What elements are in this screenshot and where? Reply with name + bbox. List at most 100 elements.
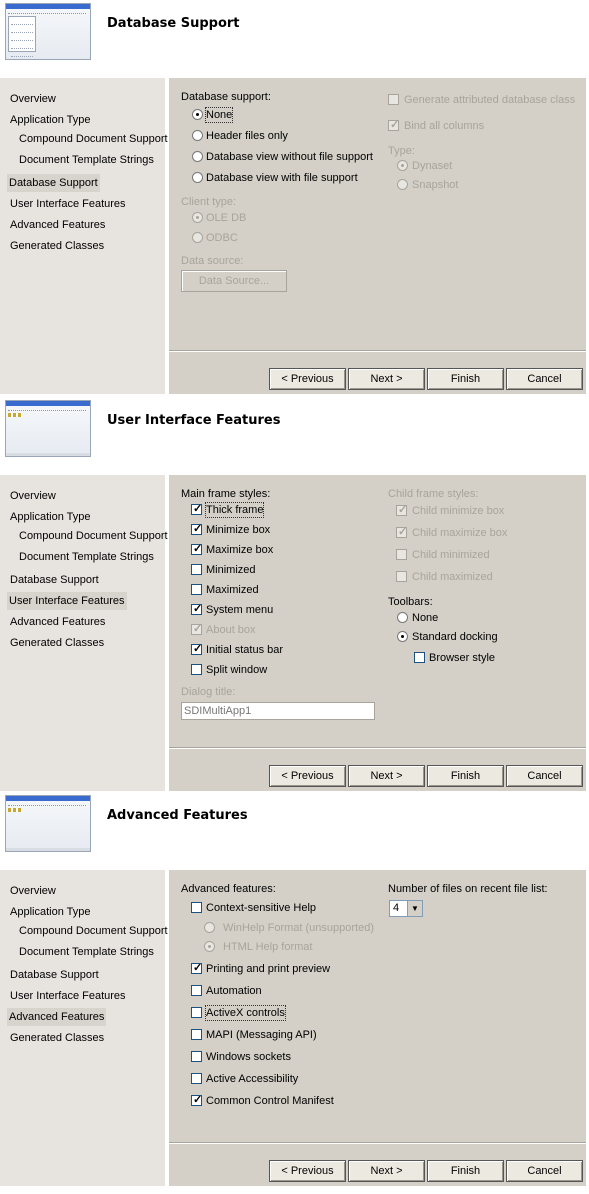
maximized-checkbox[interactable] [191, 584, 202, 595]
nav-item-advanced-features[interactable]: Advanced Features [7, 1008, 107, 1026]
common-control-manifest-checkbox[interactable]: ✓ [191, 1094, 202, 1106]
data-source-button[interactable]: Data Source... [181, 270, 287, 292]
finish-button[interactable]: Finish [427, 765, 504, 787]
next-button[interactable]: Next > [348, 368, 425, 390]
automation-checkbox[interactable] [191, 985, 202, 996]
cancel-button[interactable]: Cancel [506, 765, 583, 787]
windows-sockets-checkbox[interactable] [191, 1051, 202, 1062]
nav-item-generated-classes[interactable]: Generated Classes [8, 634, 106, 652]
active-accessibility-label[interactable]: Active Accessibility [206, 1072, 298, 1086]
db-option-none-radio[interactable] [192, 109, 203, 120]
finish-button[interactable]: Finish [427, 368, 504, 390]
thick-frame-label[interactable]: Thick frame [204, 502, 265, 518]
previous-button[interactable]: < Previous [269, 1160, 346, 1182]
cancel-button[interactable]: Cancel [506, 1160, 583, 1182]
db-option-view-file-label[interactable]: Database view with file support [206, 171, 358, 185]
gen-attr-class-checkbox[interactable] [388, 94, 399, 105]
nav-item-advanced-features[interactable]: Advanced Features [8, 613, 107, 631]
nav-item-document-template-strings[interactable]: Document Template Strings [17, 548, 156, 566]
about-box-label[interactable]: About box [206, 623, 256, 637]
db-option-view-no-file-radio[interactable] [192, 151, 203, 162]
nav-item-compound-document-support[interactable]: Compound Document Support [17, 130, 170, 148]
maximize-box-checkbox[interactable]: ✓ [191, 543, 202, 555]
activex-controls-label[interactable]: ActiveX controls [205, 1005, 286, 1021]
toolbar-standard-docking-label[interactable]: Standard docking [412, 630, 498, 644]
nav-item-user-interface-features[interactable]: User Interface Features [8, 195, 128, 213]
printing-preview-label[interactable]: Printing and print preview [206, 962, 330, 976]
client-oledb-label[interactable]: OLE DB [206, 211, 246, 225]
child-minimize-box-label[interactable]: Child minimize box [412, 504, 504, 518]
child-maximize-box-label[interactable]: Child maximize box [412, 526, 507, 540]
toolbar-standard-docking-radio[interactable] [397, 631, 408, 642]
db-option-none-label[interactable]: None [204, 107, 234, 123]
child-maximized-checkbox[interactable] [396, 571, 407, 582]
nav-item-advanced-features[interactable]: Advanced Features [8, 216, 107, 234]
finish-button[interactable]: Finish [427, 1160, 504, 1182]
cancel-button[interactable]: Cancel [506, 368, 583, 390]
windows-sockets-label[interactable]: Windows sockets [206, 1050, 291, 1064]
winhelp-format-radio[interactable] [204, 922, 215, 933]
type-snapshot-label[interactable]: Snapshot [412, 178, 458, 192]
client-odbc-label[interactable]: ODBC [206, 231, 238, 245]
minimize-box-checkbox[interactable]: ✓ [191, 523, 202, 535]
activex-controls-checkbox[interactable] [191, 1007, 202, 1018]
type-dynaset-label[interactable]: Dynaset [412, 159, 452, 173]
bind-all-columns-checkbox[interactable]: ✓ [388, 119, 399, 131]
automation-label[interactable]: Automation [206, 984, 262, 998]
nav-item-document-template-strings[interactable]: Document Template Strings [17, 943, 156, 961]
db-option-view-no-file-label[interactable]: Database view without file support [206, 150, 373, 164]
nav-item-overview[interactable]: Overview [8, 487, 58, 505]
nav-item-overview[interactable]: Overview [8, 90, 58, 108]
nav-item-application-type[interactable]: Application Type [8, 508, 93, 526]
minimize-box-label[interactable]: Minimize box [206, 523, 270, 537]
nav-item-database-support[interactable]: Database Support [7, 174, 100, 192]
context-help-checkbox[interactable] [191, 902, 202, 913]
type-dynaset-radio[interactable] [397, 160, 408, 171]
db-option-header-files-radio[interactable] [192, 130, 203, 141]
type-snapshot-radio[interactable] [397, 179, 408, 190]
system-menu-label[interactable]: System menu [206, 603, 273, 617]
initial-status-bar-label[interactable]: Initial status bar [206, 643, 283, 657]
mapi-label[interactable]: MAPI (Messaging API) [206, 1028, 317, 1042]
common-control-manifest-label[interactable]: Common Control Manifest [206, 1094, 334, 1108]
nav-item-compound-document-support[interactable]: Compound Document Support [17, 922, 170, 940]
maximized-label[interactable]: Maximized [206, 583, 259, 597]
browser-style-checkbox[interactable] [414, 652, 425, 663]
printing-preview-checkbox[interactable]: ✓ [191, 962, 202, 974]
bind-all-columns-label[interactable]: Bind all columns [404, 119, 484, 133]
previous-button[interactable]: < Previous [269, 765, 346, 787]
next-button[interactable]: Next > [348, 765, 425, 787]
child-minimized-checkbox[interactable] [396, 549, 407, 560]
toolbar-none-radio[interactable] [397, 612, 408, 623]
chevron-down-icon[interactable]: ▼ [407, 901, 422, 916]
mapi-checkbox[interactable] [191, 1029, 202, 1040]
client-odbc-radio[interactable] [192, 232, 203, 243]
nav-item-user-interface-features[interactable]: User Interface Features [8, 987, 128, 1005]
nav-item-database-support[interactable]: Database Support [8, 966, 101, 984]
child-minimize-box-checkbox[interactable]: ✓ [396, 504, 407, 516]
previous-button[interactable]: < Previous [269, 368, 346, 390]
maximize-box-label[interactable]: Maximize box [206, 543, 273, 557]
nav-item-database-support[interactable]: Database Support [8, 571, 101, 589]
next-button[interactable]: Next > [348, 1160, 425, 1182]
nav-item-user-interface-features[interactable]: User Interface Features [7, 592, 127, 610]
system-menu-checkbox[interactable]: ✓ [191, 603, 202, 615]
minimized-checkbox[interactable] [191, 564, 202, 575]
context-help-label[interactable]: Context-sensitive Help [206, 901, 316, 915]
child-minimized-label[interactable]: Child minimized [412, 548, 490, 562]
nav-item-application-type[interactable]: Application Type [8, 903, 93, 921]
winhelp-format-label[interactable]: WinHelp Format (unsupported) [223, 921, 374, 935]
nav-item-generated-classes[interactable]: Generated Classes [8, 237, 106, 255]
browser-style-label[interactable]: Browser style [429, 651, 495, 665]
html-help-format-radio[interactable] [204, 941, 215, 952]
dialog-title-input[interactable]: SDIMultiApp1 [181, 702, 375, 720]
initial-status-bar-checkbox[interactable]: ✓ [191, 643, 202, 655]
child-maximize-box-checkbox[interactable]: ✓ [396, 526, 407, 538]
nav-item-generated-classes[interactable]: Generated Classes [8, 1029, 106, 1047]
minimized-label[interactable]: Minimized [206, 563, 256, 577]
child-maximized-label[interactable]: Child maximized [412, 570, 493, 584]
nav-item-document-template-strings[interactable]: Document Template Strings [17, 151, 156, 169]
recent-files-select[interactable]: 4 ▼ [389, 900, 423, 917]
nav-item-compound-document-support[interactable]: Compound Document Support [17, 527, 170, 545]
gen-attr-class-label[interactable]: Generate attributed database class [404, 93, 575, 107]
